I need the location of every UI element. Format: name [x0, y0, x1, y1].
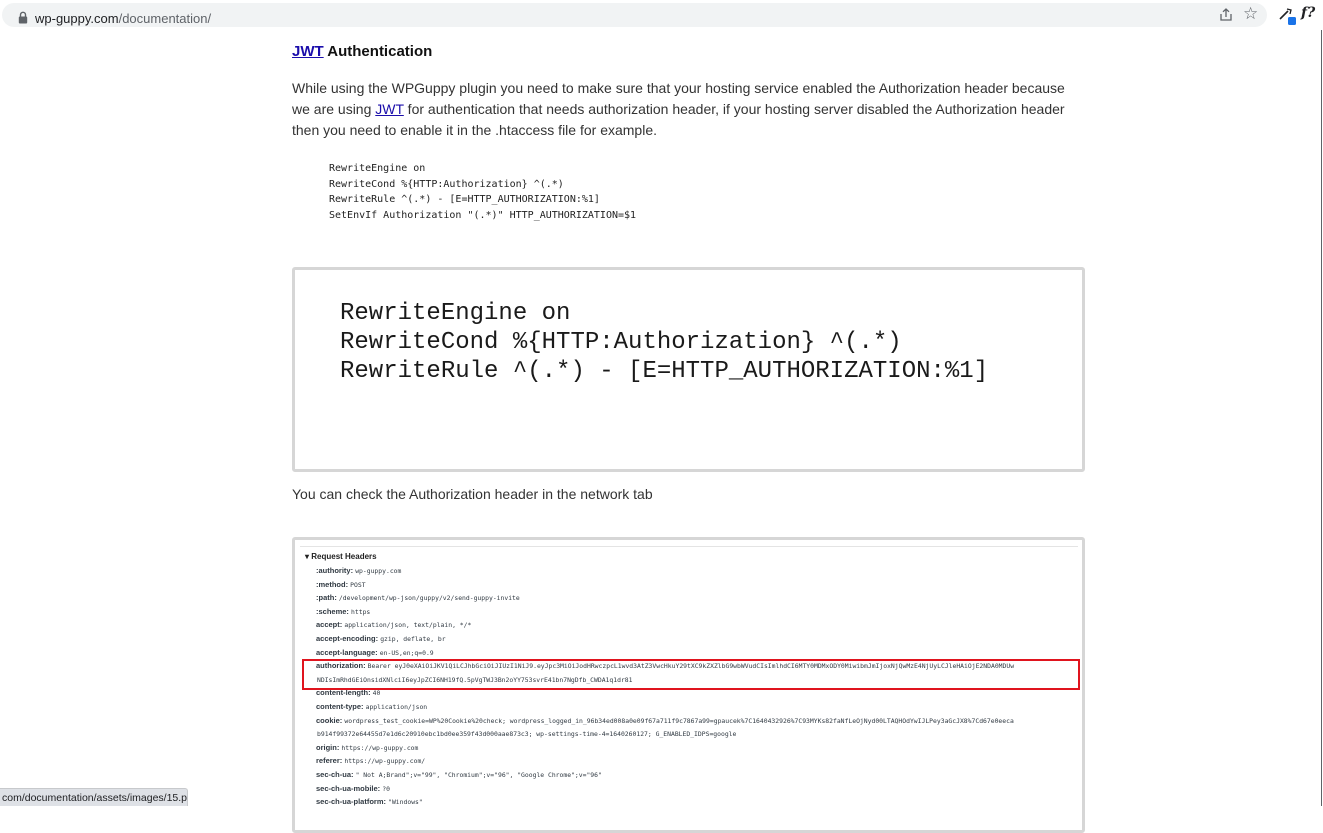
header-row: :path: /development/wp-json/guppy/v2/sen…: [316, 591, 1076, 605]
star-icon[interactable]: ☆: [1243, 5, 1258, 23]
header-value: https://wp-guppy.com/: [344, 757, 426, 766]
header-value: https: [351, 607, 371, 616]
omnibox[interactable]: wp-guppy.com/documentation/: [2, 3, 1267, 27]
header-row: referer: https://wp-guppy.com/: [316, 754, 1076, 768]
header-value: "Windows": [388, 798, 423, 807]
header-value: 40: [372, 689, 381, 698]
para-text-b: for authentication that needs authorizat…: [292, 101, 1065, 138]
header-row: b914f99372e64455d7e1d6c20910ebc1bd0ee359…: [316, 727, 1076, 741]
panel-divider: [300, 546, 1078, 547]
header-row: cookie: wordpress_test_cookie=WP%20Cooki…: [316, 714, 1076, 728]
header-name: content-type:: [316, 701, 364, 711]
header-value: wp-guppy.com: [355, 567, 402, 575]
lock-icon[interactable]: [18, 11, 28, 24]
header-name: accept-encoding:: [316, 633, 379, 643]
address-bar: wp-guppy.com/documentation/ ☆ f?: [0, 0, 1323, 30]
image-code-text: RewriteEngine on RewriteCond %{HTTP:Auth…: [340, 300, 989, 385]
header-name: :path:: [316, 593, 337, 603]
header-value: /development/wp-json/guppy/v2/send-guppy…: [338, 594, 520, 603]
header-value: gzip, deflate, br: [380, 634, 446, 643]
header-row: sec-ch-ua: " Not A;Brand";v="99", "Chrom…: [316, 768, 1076, 782]
header-row: origin: https://wp-guppy.com: [316, 741, 1076, 755]
header-row: accept: application/json, text/plain, */…: [316, 618, 1076, 632]
request-headers-title: ▾ Request Headers: [305, 552, 377, 561]
header-name: accept-language:: [316, 647, 378, 657]
header-value: https://wp-guppy.com: [341, 743, 419, 752]
url-path: /documentation/: [118, 11, 212, 26]
header-value: application/json: [365, 702, 428, 711]
header-name: referer:: [316, 756, 343, 766]
header-row: sec-ch-ua-mobile: ?0: [316, 782, 1076, 796]
header-name: :authority:: [316, 566, 354, 575]
header-name: cookie:: [316, 715, 343, 725]
header-value: application/json, text/plain, */*: [344, 621, 472, 630]
header-value: en-US,en;q=0.9: [379, 648, 434, 657]
url-domain: wp-guppy.com: [35, 11, 119, 26]
authorization-highlight-box: [302, 659, 1080, 690]
header-value: wordpress_test_cookie=WP%20Cookie%20chec…: [344, 716, 1014, 725]
header-name: :scheme:: [316, 606, 349, 616]
request-headers-screenshot-image[interactable]: ▾ Request Headers :authority: wp-guppy.c…: [292, 537, 1085, 833]
header-row: accept-language: en-US,en;q=0.9: [316, 646, 1076, 660]
jwt-heading-link[interactable]: JWT: [292, 43, 324, 60]
network-tab-paragraph: You can check the Authorization header i…: [292, 486, 653, 502]
header-name: accept:: [316, 620, 343, 630]
header-row: sec-ch-ua-platform: "Windows": [316, 795, 1076, 809]
window-edge: [1321, 30, 1322, 806]
htaccess-code-block: RewriteEngine on RewriteCond %{HTTP:Auth…: [329, 163, 637, 222]
header-row: :authority: wp-guppy.com: [316, 564, 1076, 578]
header-value: b914f99372e64455d7e1d6c20910ebc1bd0ee359…: [317, 730, 737, 739]
header-value: POST: [350, 580, 366, 589]
header-name: :method:: [316, 579, 349, 589]
header-row: :scheme: https: [316, 605, 1076, 619]
header-row: :method: POST: [316, 578, 1076, 592]
share-icon[interactable]: [1218, 7, 1234, 23]
header-row: accept-encoding: gzip, deflate, br: [316, 632, 1076, 646]
heading-text: Authentication: [323, 43, 433, 60]
header-name: sec-ch-ua-mobile:: [316, 783, 381, 793]
status-link-tooltip: com/documentation/assets/images/15.png: [0, 788, 188, 806]
url-text[interactable]: wp-guppy.com/documentation/: [35, 11, 211, 26]
header-row: content-type: application/json: [316, 700, 1076, 714]
header-name: origin:: [316, 742, 340, 752]
header-value: " Not A;Brand";v="99", "Chromium";v="96"…: [355, 770, 602, 779]
extensions-icon[interactable]: [1277, 6, 1297, 26]
fx-icon[interactable]: f?: [1301, 5, 1315, 21]
header-value: ?0: [382, 784, 390, 793]
intro-paragraph: While using the WPGuppy plugin you need …: [292, 78, 1072, 141]
header-name: sec-ch-ua-platform:: [316, 797, 387, 807]
header-name: sec-ch-ua:: [316, 769, 354, 779]
section-heading: JWT Authentication: [292, 43, 432, 60]
htaccess-screenshot-image[interactable]: RewriteEngine on RewriteCond %{HTTP:Auth…: [292, 267, 1085, 472]
jwt-inline-link[interactable]: JWT: [375, 101, 404, 117]
